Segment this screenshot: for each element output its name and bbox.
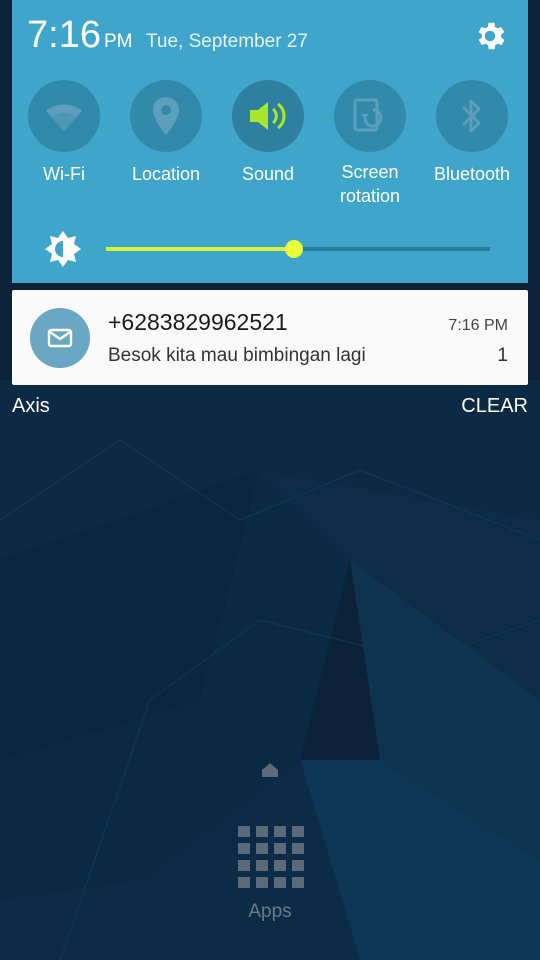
screen: 7:16 PM Tue, September 27 Wi-Fi Location…: [0, 0, 540, 960]
carrier-label: Axis: [12, 395, 50, 417]
qs-wifi-toggle[interactable]: [28, 80, 100, 152]
brightness-slider[interactable]: [106, 240, 490, 258]
apps-grid-icon: [238, 826, 304, 888]
qs-screen-rotation[interactable]: Screen rotation: [320, 80, 420, 220]
qs-sound[interactable]: Sound: [218, 80, 318, 220]
notification-time: 7:16 PM: [448, 317, 508, 334]
brightness-icon[interactable]: [44, 230, 82, 268]
date: Tue, September 27: [146, 31, 308, 52]
settings-button[interactable]: [470, 16, 510, 56]
bluetooth-icon: [461, 99, 481, 133]
notification-body: Besok kita mau bimbingan lagi: [108, 345, 366, 366]
qs-bluetooth-toggle[interactable]: [436, 80, 508, 152]
speaker-icon: [250, 102, 286, 130]
brightness-slider-thumb[interactable]: [285, 240, 304, 258]
apps-button[interactable]: Apps: [222, 822, 318, 926]
qs-bluetooth[interactable]: Bluetooth: [422, 80, 522, 220]
quick-settings-panel: 7:16 PM Tue, September 27 Wi-Fi Location…: [12, 0, 528, 283]
notification-count: 1: [497, 345, 508, 366]
notification-app-icon: [30, 308, 90, 368]
gear-icon: [478, 22, 505, 50]
qs-sound-toggle[interactable]: [232, 80, 304, 152]
clock-ampm: PM: [104, 31, 133, 52]
qs-location[interactable]: Location: [116, 80, 216, 220]
qs-screen-rotation-toggle[interactable]: [334, 80, 406, 152]
brightness-slider-fill: [106, 247, 295, 251]
location-pin-icon: [153, 97, 179, 135]
notification-card[interactable]: +6283829962521 Besok kita mau bimbingan …: [12, 290, 528, 385]
clear-button[interactable]: CLEAR: [461, 394, 528, 418]
message-icon: [47, 328, 73, 348]
home-page-indicator[interactable]: [261, 762, 279, 778]
apps-label: Apps: [248, 901, 292, 922]
qs-location-toggle[interactable]: [130, 80, 202, 152]
qs-wifi[interactable]: Wi-Fi: [14, 80, 114, 220]
notification-title: +6283829962521: [108, 309, 288, 335]
screen-rotation-icon: [353, 98, 383, 132]
qs-bluetooth-label: Bluetooth: [433, 164, 511, 184]
clock: 7:16: [27, 14, 101, 56]
wifi-icon: [46, 104, 82, 131]
